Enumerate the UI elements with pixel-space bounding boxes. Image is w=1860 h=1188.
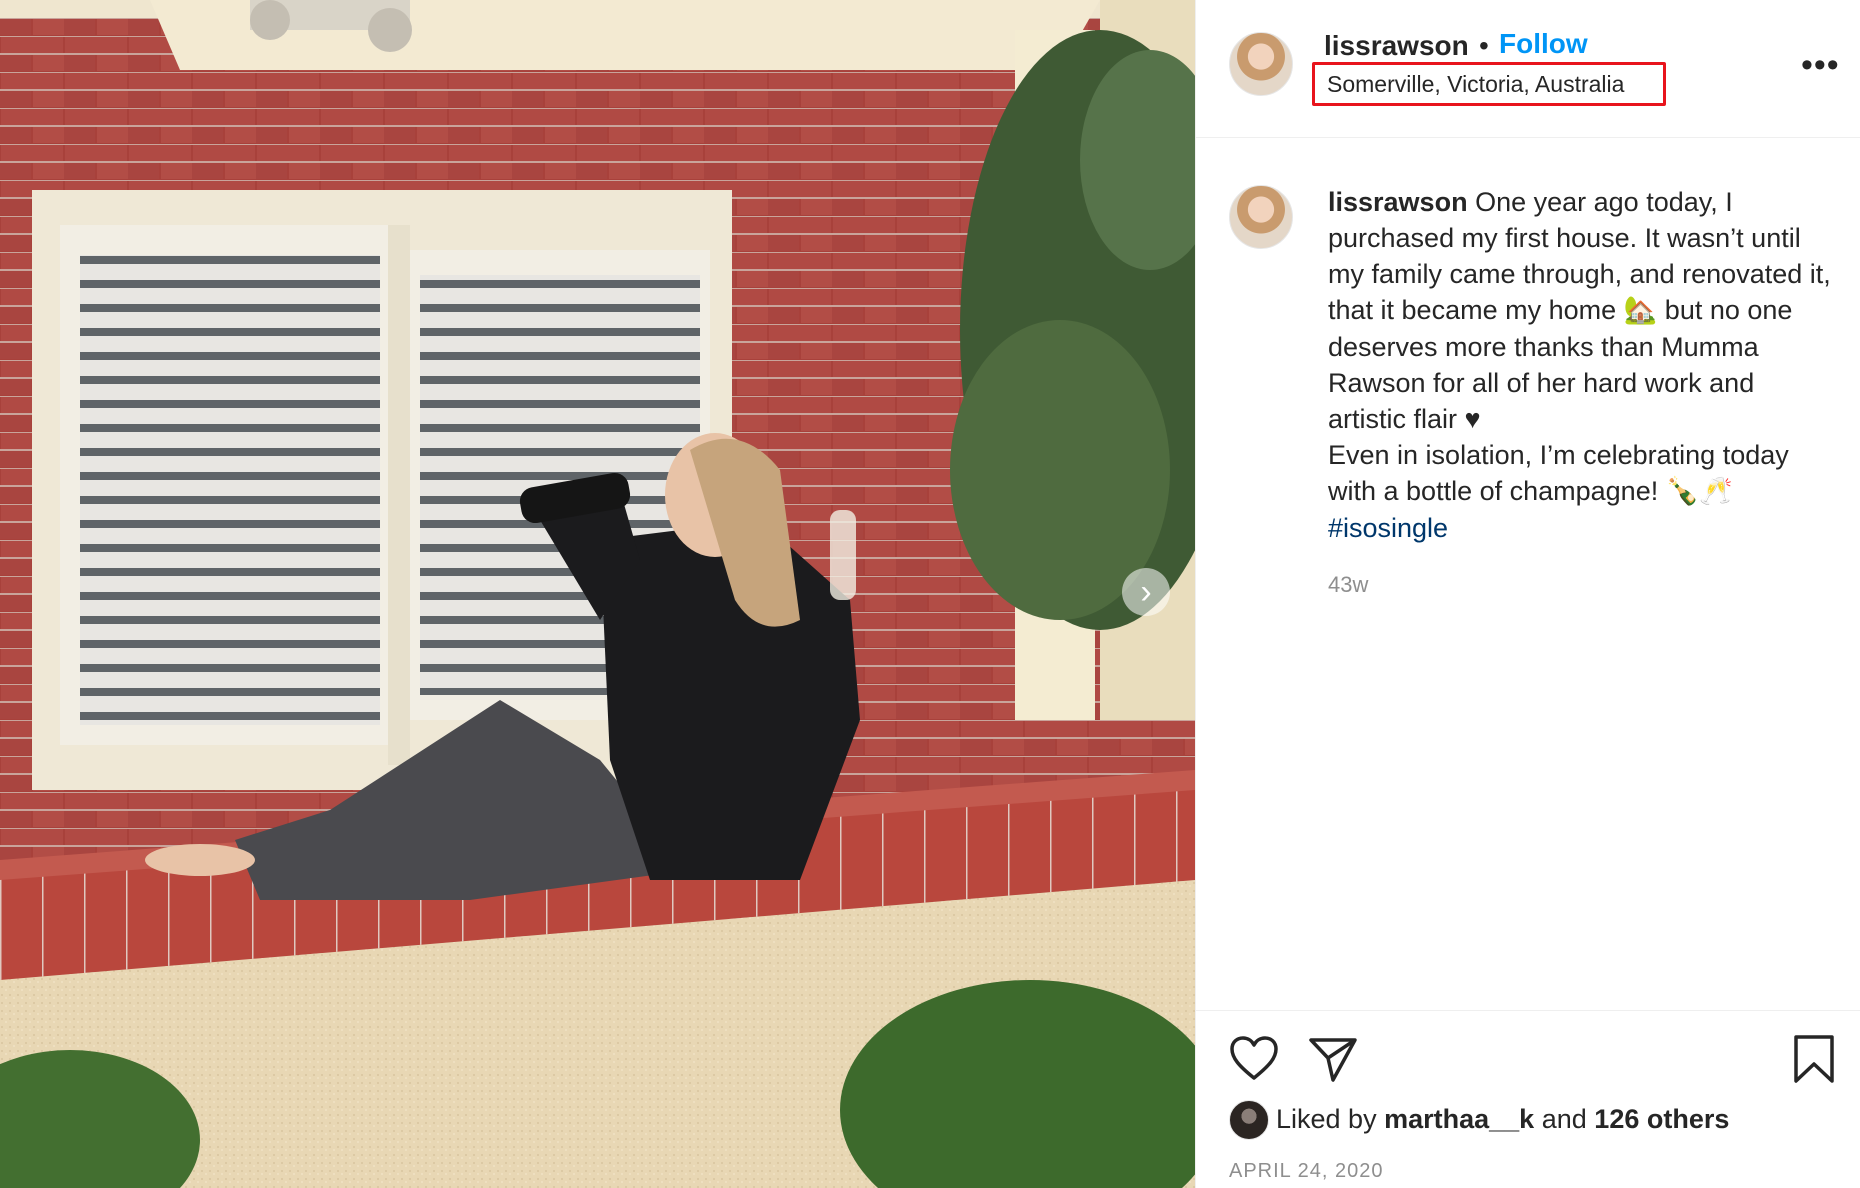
hashtag-link[interactable]: #isosingle <box>1328 513 1448 543</box>
post-side-panel: lissrawson • Follow Somerville, Victoria… <box>1195 0 1860 1188</box>
separator-dot: • <box>1479 30 1489 61</box>
caption-timestamp[interactable]: 43w <box>1328 572 1368 598</box>
heart-outline-icon[interactable] <box>1229 1036 1279 1087</box>
follow-button[interactable]: Follow <box>1499 28 1588 60</box>
others-count-link[interactable]: 126 others <box>1594 1104 1729 1134</box>
post-caption: lissrawson One year ago today, I purchas… <box>1328 184 1838 546</box>
caption-avatar[interactable] <box>1229 185 1293 249</box>
post-photo[interactable]: › <box>0 0 1195 1188</box>
likes-prefix: Liked by <box>1276 1104 1377 1134</box>
more-options-icon[interactable]: ••• <box>1801 46 1840 85</box>
house-emoji: 🏡 <box>1623 295 1658 326</box>
heart-emoji: ♥ <box>1464 404 1481 434</box>
next-photo-button[interactable]: › <box>1122 568 1170 616</box>
champagne-emoji: 🍾🥂 <box>1665 476 1733 507</box>
bookmark-icon[interactable] <box>1792 1034 1836 1089</box>
likes-summary: Liked by marthaa__k and 126 others <box>1276 1104 1729 1135</box>
caption-username[interactable]: lissrawson <box>1328 187 1468 217</box>
liker-username[interactable]: marthaa__k <box>1384 1104 1534 1134</box>
actions-divider <box>1196 1010 1860 1011</box>
photo-illustration <box>0 0 1195 1188</box>
liker-avatar[interactable] <box>1229 1100 1269 1140</box>
location-link[interactable]: Somerville, Victoria, Australia <box>1312 62 1666 106</box>
paper-plane-icon[interactable] <box>1308 1036 1358 1087</box>
post-header: lissrawson • Follow Somerville, Victoria… <box>1196 0 1860 138</box>
likes-conjunction: and <box>1541 1104 1587 1134</box>
post-date[interactable]: APRIL 24, 2020 <box>1229 1160 1383 1183</box>
chevron-right-icon: › <box>1140 572 1152 611</box>
avatar[interactable] <box>1229 32 1293 96</box>
post-author-username[interactable]: lissrawson <box>1324 30 1469 62</box>
